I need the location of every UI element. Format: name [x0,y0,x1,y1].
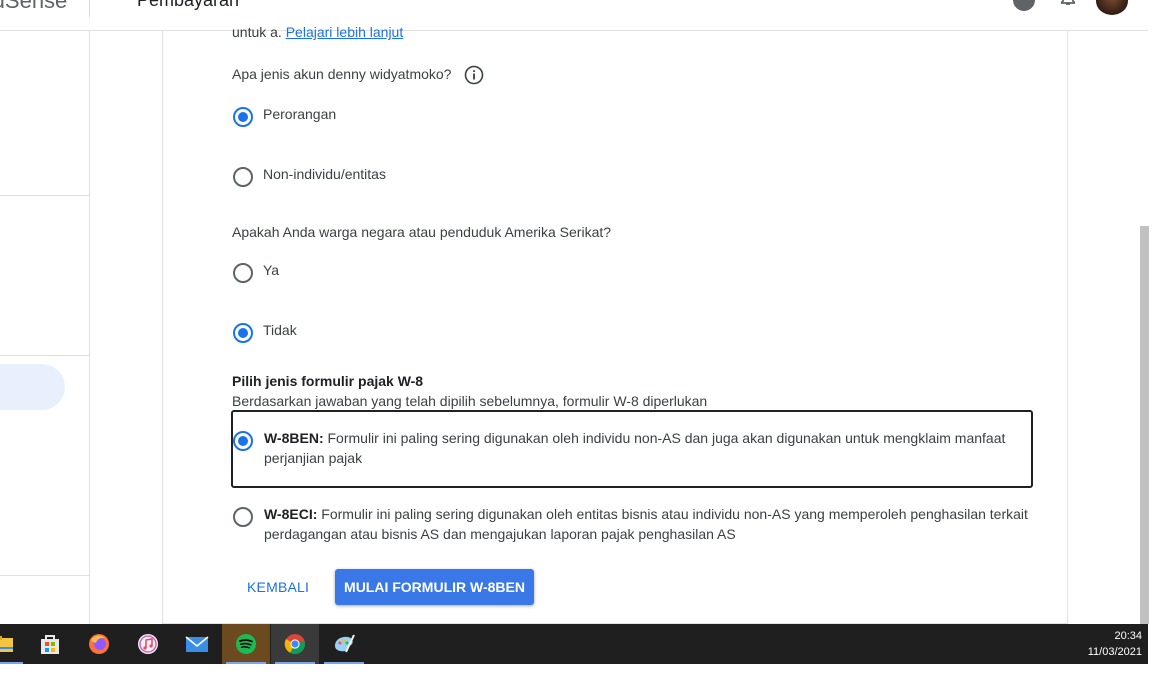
option-w8ben-text: W-8BEN: Formulir ini paling sering digun… [264,428,1034,468]
learn-more-link[interactable]: Pelajari lebih lanjut [286,24,404,40]
notification-bell-icon[interactable] [1061,0,1075,6]
radio-tidak[interactable] [233,323,253,343]
tax-form-section-title: Pilih jenis formulir pajak W-8 [232,373,424,389]
sidebar-divider [0,195,89,196]
tax-form-card: untuk a. Pelajari lebih lanjut Apa jenis… [162,24,1068,624]
radio-ya[interactable] [233,263,253,283]
sidebar-divider [0,355,89,356]
radio-label-ya: Ya [263,262,280,278]
learn-more-line: untuk a. Pelajari lebih lanjut [232,24,403,40]
taskbar-app-paint[interactable] [320,624,368,664]
sidebar-divider [0,575,89,576]
taskbar-app-chrome[interactable] [271,624,319,664]
page-title: Pembayaran [137,0,240,10]
clock-time: 20:34 [1114,630,1142,642]
scrollbar-track[interactable] [1148,0,1176,624]
scrollbar-thumb[interactable] [1140,226,1149,624]
firefox-icon [89,634,109,654]
brand-logo[interactable]: AdSense [0,0,67,14]
tax-form-section-description: Berdasarkan jawaban yang telah dipilih s… [232,393,708,409]
taskbar-app-firefox[interactable] [75,624,123,664]
taskbar-app-file-explorer[interactable] [0,624,27,664]
radio-w8ben[interactable] [233,431,253,451]
windows-taskbar: 20:34 11/03/2021 [0,624,1148,664]
avatar[interactable] [1096,0,1128,15]
option-w8eci-text: W-8ECI: Formulir ini paling sering digun… [264,504,1034,544]
itunes-icon [138,634,158,654]
taskbar-app-itunes[interactable] [124,624,172,664]
left-sidebar [0,31,90,624]
system-clock[interactable]: 20:34 11/03/2021 [1070,628,1142,660]
taskbar-app-store[interactable] [26,624,74,664]
clock-date: 11/03/2021 [1087,646,1142,658]
help-icon[interactable] [1013,0,1035,11]
option-w8ben-code: W-8BEN: [264,430,324,446]
back-button[interactable]: KEMBALI [236,569,320,605]
radio-label-perorangan: Perorangan [263,106,337,122]
option-w8eci-description: Formulir ini paling sering digunakan ole… [264,506,1028,542]
option-w8eci-code: W-8ECI: [264,506,318,522]
taskbar-app-mail[interactable] [173,624,221,664]
store-icon [41,635,59,654]
radio-label-tidak: Tidak [263,322,297,338]
chrome-icon [284,634,305,655]
option-w8ben-description: Formulir ini paling sering digunakan ole… [264,430,1006,466]
screen: AdSense Pembayaran untuk a. Pelajari leb… [0,0,1176,696]
spotify-icon [236,634,256,654]
mail-icon [185,636,209,652]
sidebar-item-active[interactable] [0,364,65,410]
paint-icon [335,634,355,653]
radio-label-non-individu: Non-individu/entitas [263,166,386,182]
start-w8ben-button[interactable]: MULAI FORMULIR W-8BEN [335,569,534,605]
below-taskbar-area [0,664,1176,696]
radio-perorangan[interactable] [233,107,253,127]
file-explorer-icon [0,636,13,652]
us-person-question: Apakah Anda warga negara atau penduduk A… [232,224,612,240]
radio-non-individu[interactable] [233,167,253,187]
radio-w8eci[interactable] [233,507,253,527]
learn-more-prefix: untuk a. [232,24,282,40]
top-divider [89,0,90,17]
account-type-question: Apa jenis akun denny widyatmoko? [232,66,452,82]
taskbar-app-spotify[interactable] [222,624,270,664]
info-icon[interactable] [464,65,484,85]
top-app-bar: AdSense Pembayaran [0,0,1148,31]
